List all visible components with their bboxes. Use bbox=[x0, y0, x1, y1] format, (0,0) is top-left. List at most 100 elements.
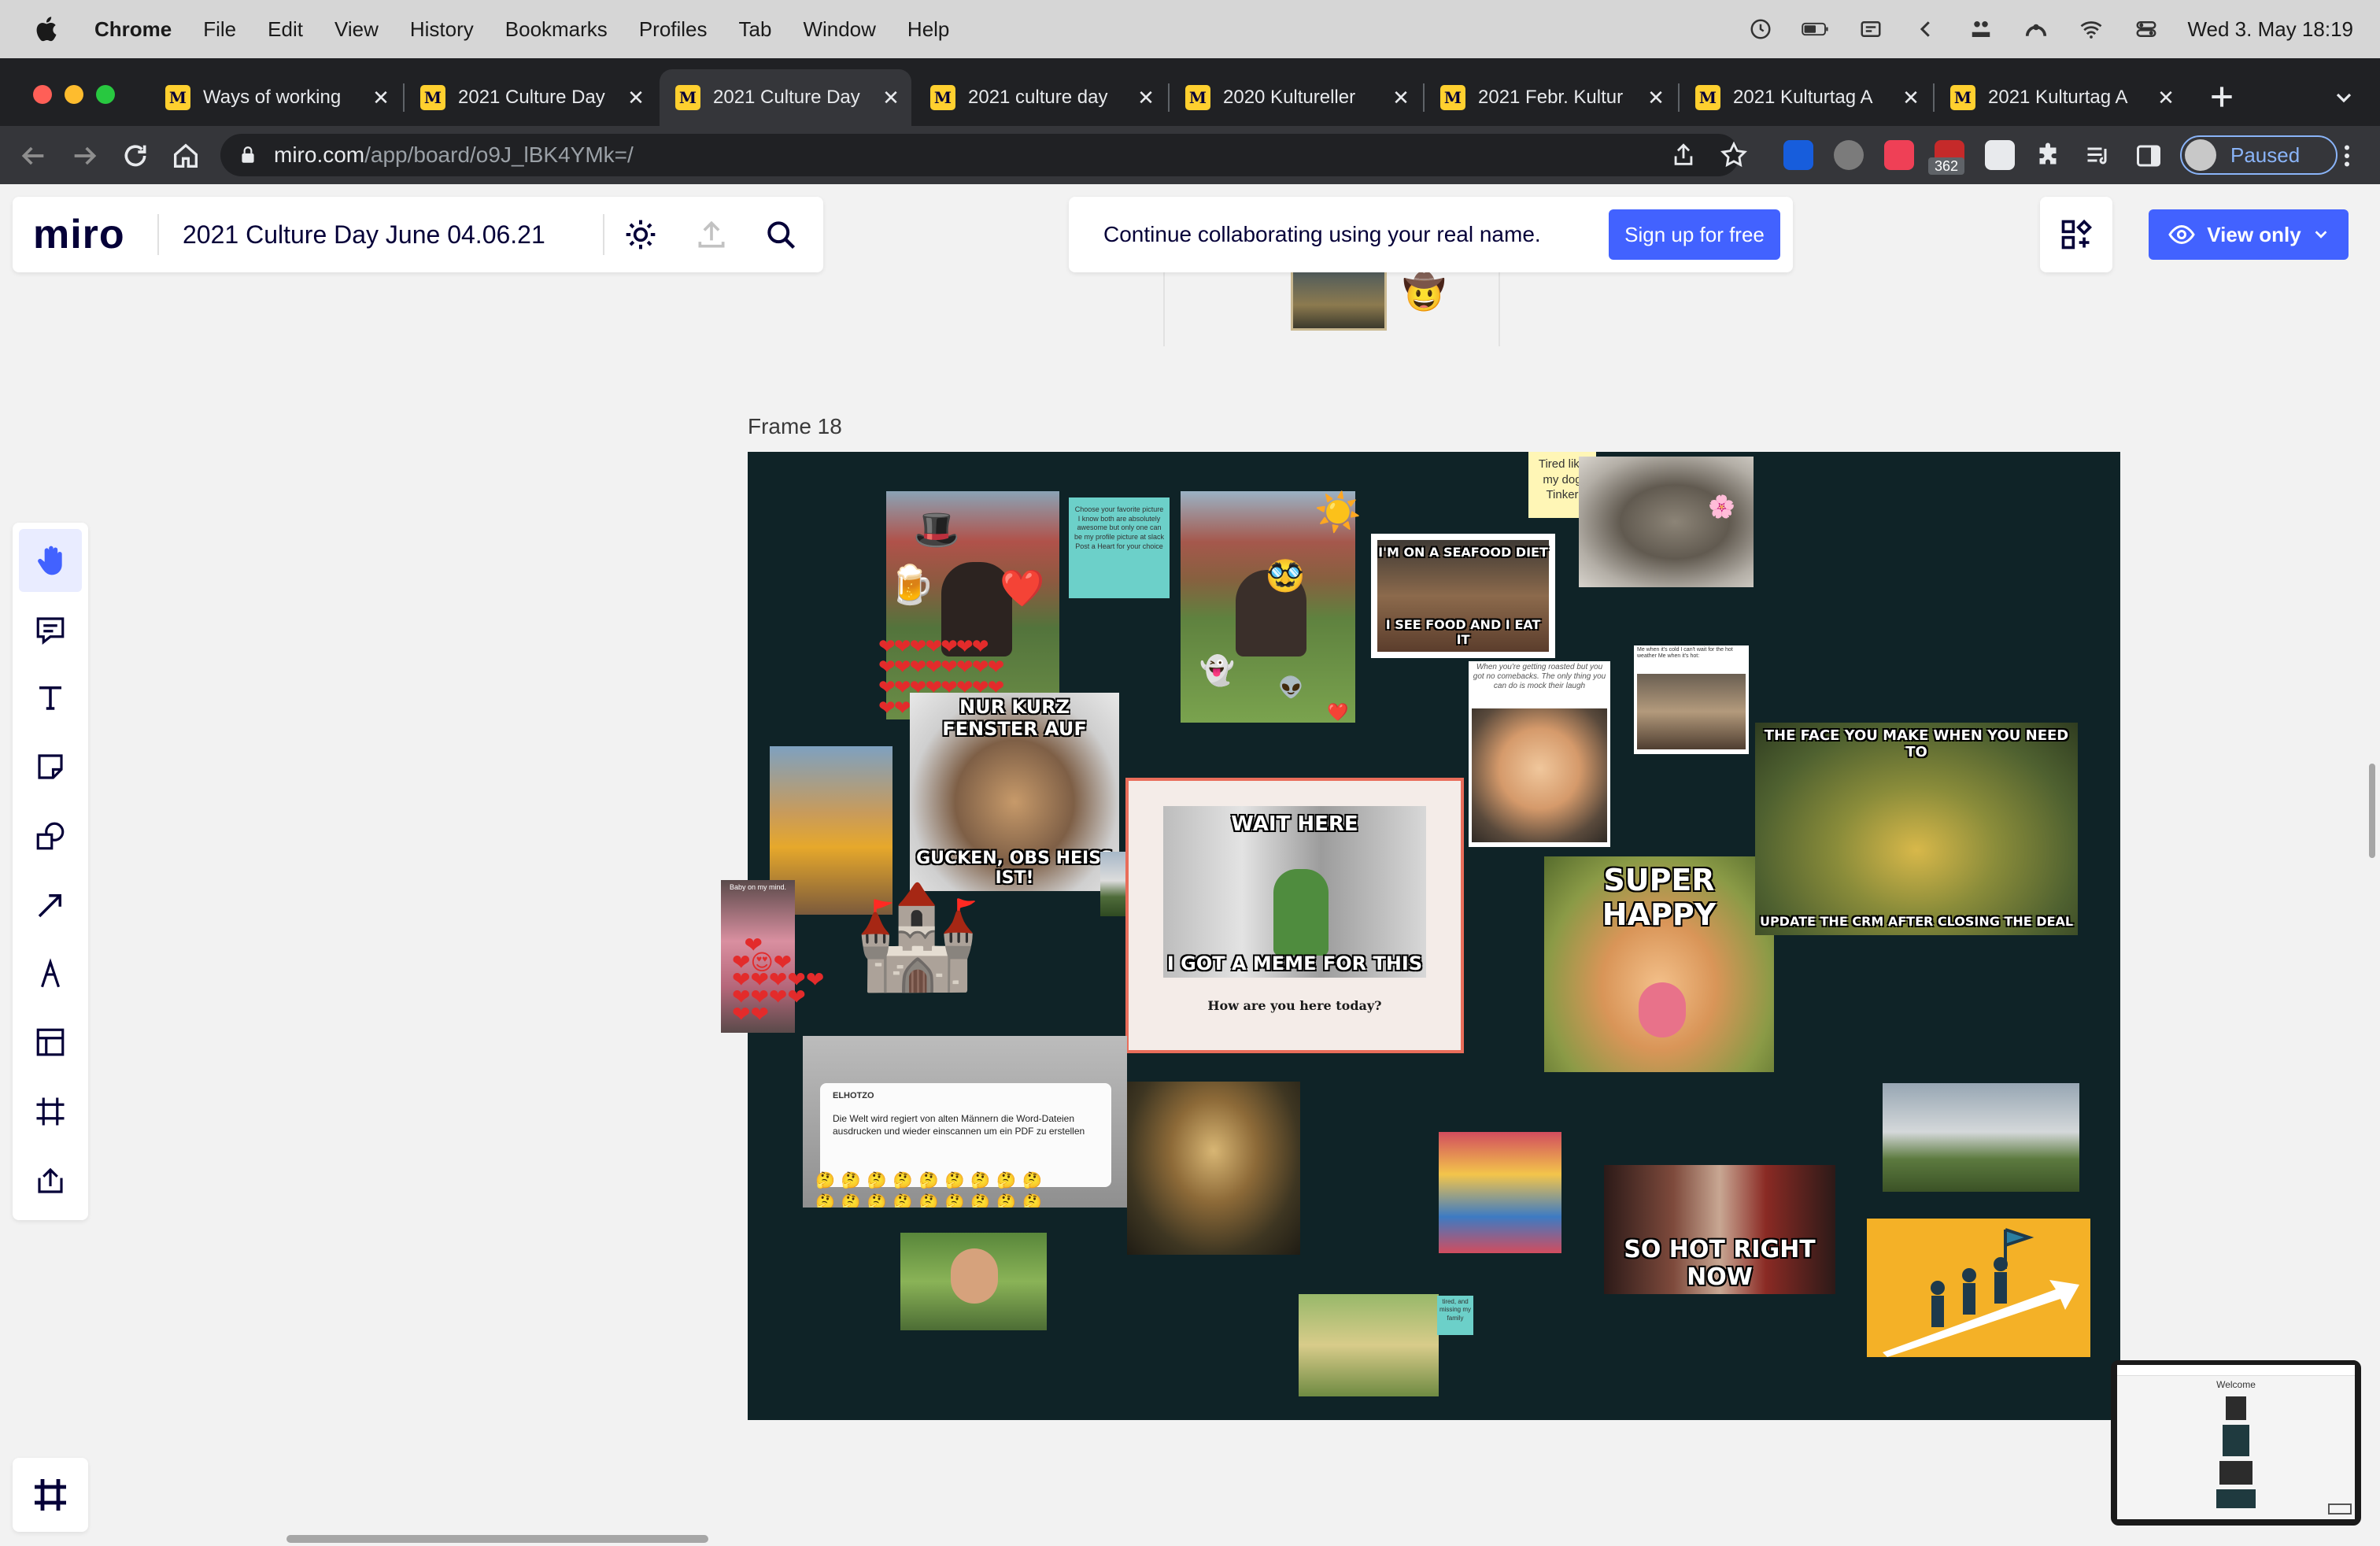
profile-button[interactable]: Paused bbox=[2180, 135, 2338, 175]
cat-meme-image[interactable]: Me when it's cold I can't wait for the h… bbox=[1634, 645, 1749, 754]
more-menu-icon[interactable] bbox=[2333, 142, 2361, 170]
frame-title[interactable]: Frame 18 bbox=[748, 414, 842, 439]
close-window-button[interactable] bbox=[33, 85, 52, 104]
forward-icon[interactable] bbox=[69, 140, 101, 172]
sticky-note-missing[interactable]: tired, and missing my family bbox=[1437, 1296, 1473, 1335]
chevron-left-icon[interactable] bbox=[1912, 17, 1940, 41]
cowboy-emoji[interactable]: 🤠 bbox=[1402, 276, 1446, 310]
menu-history[interactable]: History bbox=[410, 17, 474, 42]
mona-lisa-image[interactable] bbox=[1127, 1082, 1300, 1255]
frames-panel-button[interactable] bbox=[13, 1458, 88, 1532]
runner-image[interactable] bbox=[1883, 1083, 2079, 1192]
upload-tool[interactable] bbox=[19, 1149, 82, 1212]
new-tab-icon[interactable] bbox=[2207, 82, 2237, 112]
tab-item[interactable]: M 2021 Kulturtag A ✕ bbox=[1935, 69, 2186, 126]
close-icon[interactable]: ✕ bbox=[1900, 86, 1922, 110]
apple-icon[interactable] bbox=[31, 13, 63, 45]
menu-edit[interactable]: Edit bbox=[268, 17, 303, 42]
fenster-meme-image[interactable]: NUR KURZ FENSTER AUF GUCKEN, OBS HEISS I… bbox=[910, 693, 1119, 891]
miro-logo[interactable]: miro bbox=[33, 211, 125, 258]
text-tool[interactable] bbox=[19, 666, 82, 729]
zoom-window-button[interactable] bbox=[96, 85, 115, 104]
extensions-puzzle-icon[interactable] bbox=[2034, 142, 2062, 170]
board-title[interactable]: 2021 Culture Day June 04.06.21 bbox=[183, 220, 545, 250]
control-center-icon[interactable] bbox=[2132, 17, 2160, 41]
menu-view[interactable]: View bbox=[334, 17, 379, 42]
tab-item[interactable]: M 2021 culture day ✕ bbox=[915, 69, 1166, 126]
bitwarden-extension-icon[interactable] bbox=[1783, 140, 1813, 170]
menu-bookmarks[interactable]: Bookmarks bbox=[505, 17, 608, 42]
menu-profiles[interactable]: Profiles bbox=[639, 17, 708, 42]
painting-image[interactable] bbox=[1291, 268, 1387, 331]
super-happy-dog-image[interactable]: SUPER HAPPY bbox=[1544, 856, 1774, 1072]
sleeping-dog-image[interactable] bbox=[1579, 457, 1754, 587]
side-panel-icon[interactable] bbox=[2134, 142, 2163, 170]
close-icon[interactable]: ✕ bbox=[625, 86, 647, 110]
menu-window[interactable]: Window bbox=[803, 17, 875, 42]
view-only-button[interactable]: View only bbox=[2149, 209, 2349, 260]
app-name[interactable]: Chrome bbox=[94, 17, 172, 42]
roasted-kid-meme-image[interactable]: When you're getting roasted but you got … bbox=[1469, 661, 1610, 847]
export-upload-icon[interactable] bbox=[694, 217, 729, 252]
connection-line-tool[interactable] bbox=[19, 874, 82, 937]
battery-icon[interactable] bbox=[1802, 17, 1830, 41]
horizontal-scrollbar[interactable] bbox=[286, 1535, 708, 1543]
people-icon[interactable] bbox=[1967, 17, 1995, 41]
tab-item[interactable]: M 2021 Febr. Kultur ✕ bbox=[1425, 69, 1676, 126]
menu-file[interactable]: File bbox=[203, 17, 236, 42]
close-icon[interactable]: ✕ bbox=[1390, 86, 1412, 110]
running-girl-meme-image[interactable]: THE FACE YOU MAKE WHEN YOU NEED TO UPDAT… bbox=[1755, 723, 2078, 935]
media-control-icon[interactable] bbox=[2084, 142, 2112, 170]
sticky-note-tool[interactable] bbox=[19, 735, 82, 798]
castle-emoji[interactable]: 🏰 bbox=[853, 885, 981, 987]
team-illustration-image[interactable] bbox=[1867, 1219, 2090, 1357]
vertical-scrollbar[interactable] bbox=[2369, 764, 2375, 858]
tweet-screenshot-image[interactable]: ELHOTZO Die Welt wird regiert von alten … bbox=[803, 1036, 1127, 1208]
shaving-guy-image[interactable] bbox=[900, 1233, 1047, 1330]
pen-tool[interactable] bbox=[19, 943, 82, 1006]
share-icon[interactable] bbox=[1670, 142, 1697, 168]
arc-icon[interactable] bbox=[2022, 17, 2050, 41]
wifi-icon[interactable] bbox=[2077, 17, 2105, 41]
tab-search-chevron-icon[interactable] bbox=[2331, 85, 2356, 110]
settings-gear-icon[interactable] bbox=[623, 217, 658, 252]
privacy-extension-icon[interactable] bbox=[1834, 140, 1864, 170]
close-icon[interactable]: ✕ bbox=[2155, 86, 2177, 110]
tab-item[interactable]: M 2021 Culture Day ✕ bbox=[405, 69, 656, 126]
close-icon[interactable]: ✕ bbox=[1135, 86, 1157, 110]
so-hot-meme-image[interactable]: SO HOT RIGHT NOW bbox=[1604, 1165, 1835, 1294]
wait-here-card[interactable]: WAIT HERE I GOT A MEME FOR THIS How are … bbox=[1125, 778, 1464, 1053]
sticky-note-choose[interactable]: Choose your favorite picture I know both… bbox=[1069, 497, 1170, 598]
hand-tool[interactable] bbox=[19, 529, 82, 592]
frame-tool[interactable] bbox=[19, 1080, 82, 1143]
search-icon[interactable] bbox=[763, 217, 798, 252]
reload-icon[interactable] bbox=[120, 140, 151, 172]
close-icon[interactable]: ✕ bbox=[1645, 86, 1667, 110]
templates-tool[interactable] bbox=[19, 1011, 82, 1074]
close-icon[interactable]: ✕ bbox=[370, 86, 392, 110]
simpsons-image[interactable] bbox=[1439, 1132, 1561, 1253]
url-text[interactable]: miro.com/app/board/o9J_lBK4YMk=/ bbox=[274, 142, 634, 168]
menu-tab[interactable]: Tab bbox=[739, 17, 772, 42]
minimize-window-button[interactable] bbox=[65, 85, 83, 104]
ducklings-image[interactable] bbox=[1299, 1294, 1439, 1396]
tab-item[interactable]: M 2021 Kulturtag A ✕ bbox=[1680, 69, 1931, 126]
pocket-extension-icon[interactable] bbox=[1884, 140, 1914, 170]
back-icon[interactable] bbox=[17, 140, 49, 172]
menu-help[interactable]: Help bbox=[907, 17, 949, 42]
seafood-meme-image[interactable]: I'M ON A SEAFOOD DIET I SEE FOOD AND I E… bbox=[1371, 534, 1555, 658]
extension-icon[interactable] bbox=[1985, 140, 2015, 170]
time-machine-icon[interactable] bbox=[1746, 17, 1775, 41]
tab-item[interactable]: M Ways of working ✕ bbox=[150, 69, 401, 126]
bookmark-star-icon[interactable] bbox=[1719, 140, 1749, 170]
shapes-tool[interactable] bbox=[19, 804, 82, 867]
close-icon[interactable]: ✕ bbox=[880, 86, 902, 110]
keyboard-icon[interactable] bbox=[1857, 17, 1885, 41]
comment-tool[interactable] bbox=[19, 598, 82, 661]
tab-item-active[interactable]: M 2021 Culture Day ✕ bbox=[660, 69, 911, 126]
tab-item[interactable]: M 2020 Kultureller ✕ bbox=[1170, 69, 1421, 126]
lock-icon[interactable] bbox=[238, 145, 258, 165]
home-icon[interactable] bbox=[170, 140, 201, 172]
signup-button[interactable]: Sign up for free bbox=[1609, 209, 1780, 260]
menubar-clock[interactable]: Wed 3. May 18:19 bbox=[2187, 17, 2353, 42]
